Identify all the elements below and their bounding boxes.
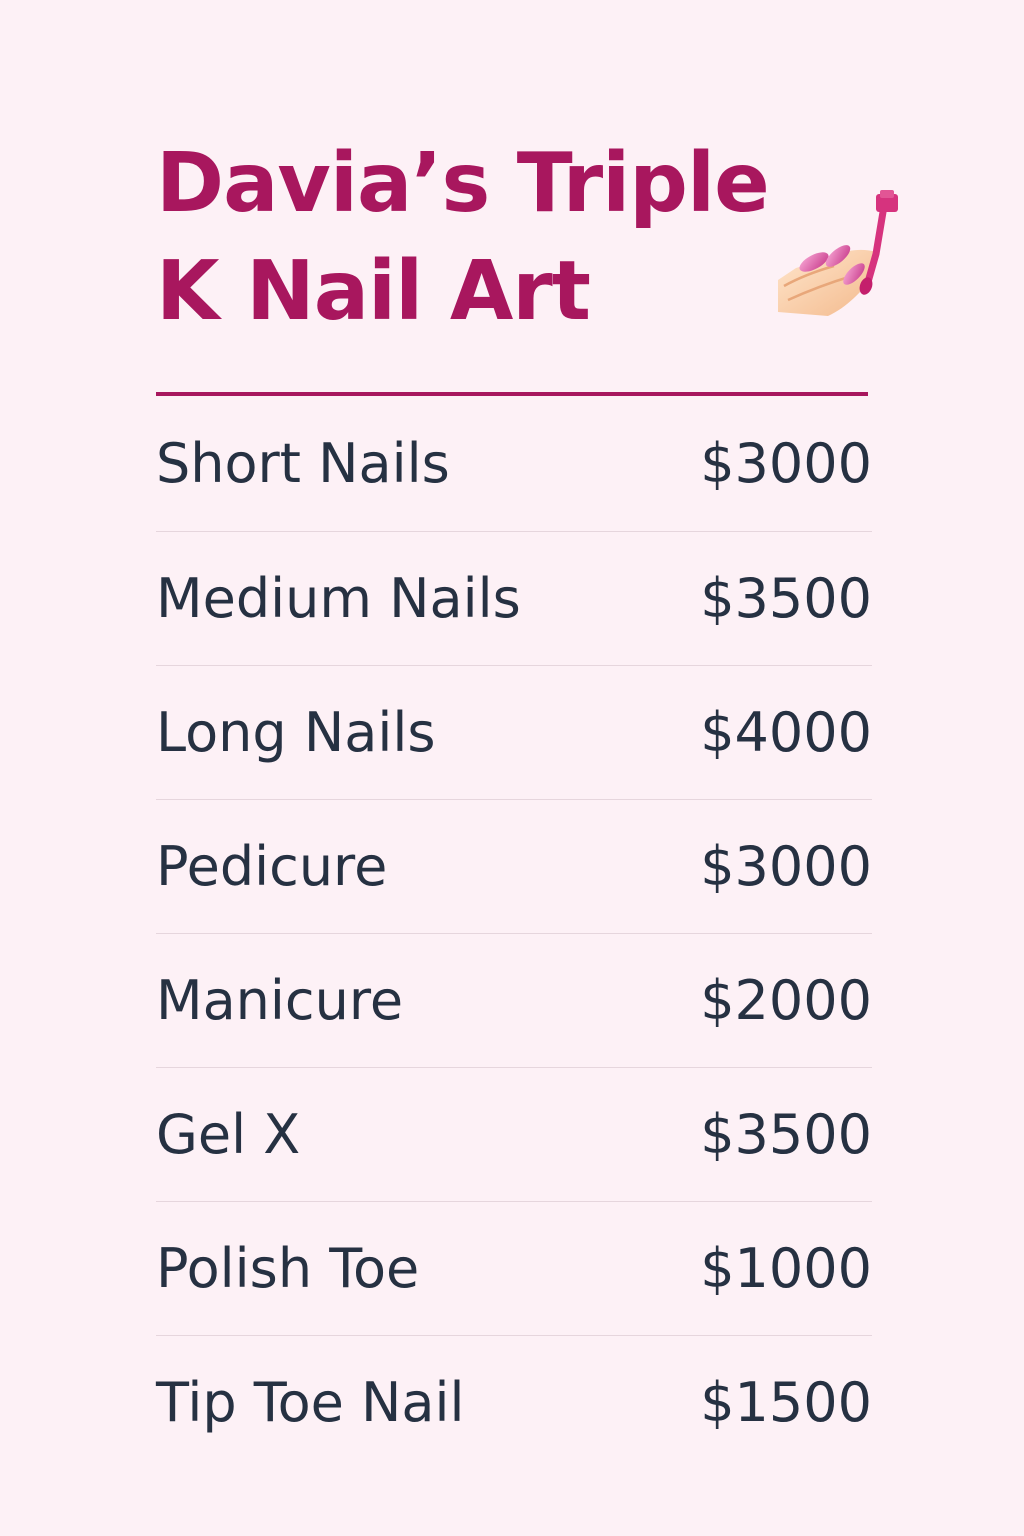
list-item: Gel X $3500 (156, 1068, 872, 1202)
service-name: Polish Toe (156, 1236, 420, 1300)
service-name: Pedicure (156, 834, 388, 898)
list-item: Short Nails $3000 (156, 396, 872, 532)
service-name: Long Nails (156, 700, 436, 764)
list-item: Medium Nails $3500 (156, 532, 872, 666)
list-item: Polish Toe $1000 (156, 1202, 872, 1336)
service-price: $3500 (700, 1102, 872, 1166)
service-price: $3500 (700, 566, 872, 630)
list-item: Tip Toe Nail $1500 (156, 1336, 872, 1470)
service-name: Gel X (156, 1102, 301, 1166)
service-name: Manicure (156, 968, 404, 1032)
price-list-card: Davia’s Triple K Nail Art Short Nails $3… (156, 130, 898, 1470)
nail-polish-icon (778, 190, 898, 316)
list-item: Pedicure $3000 (156, 800, 872, 934)
service-price: $3000 (700, 834, 872, 898)
price-list: Short Nails $3000 Medium Nails $3500 Lon… (156, 396, 872, 1470)
service-price: $2000 (700, 968, 872, 1032)
list-item: Long Nails $4000 (156, 666, 872, 800)
list-item: Manicure $2000 (156, 934, 872, 1068)
service-price: $3000 (700, 431, 872, 495)
service-name: Medium Nails (156, 566, 521, 630)
service-name: Short Nails (156, 431, 450, 495)
service-price: $1000 (700, 1236, 872, 1300)
service-price: $4000 (700, 700, 872, 764)
service-price: $1500 (700, 1371, 872, 1434)
service-name: Tip Toe Nail (156, 1371, 465, 1434)
header: Davia’s Triple K Nail Art (156, 130, 898, 392)
page-title: Davia’s Triple K Nail Art (156, 136, 770, 339)
